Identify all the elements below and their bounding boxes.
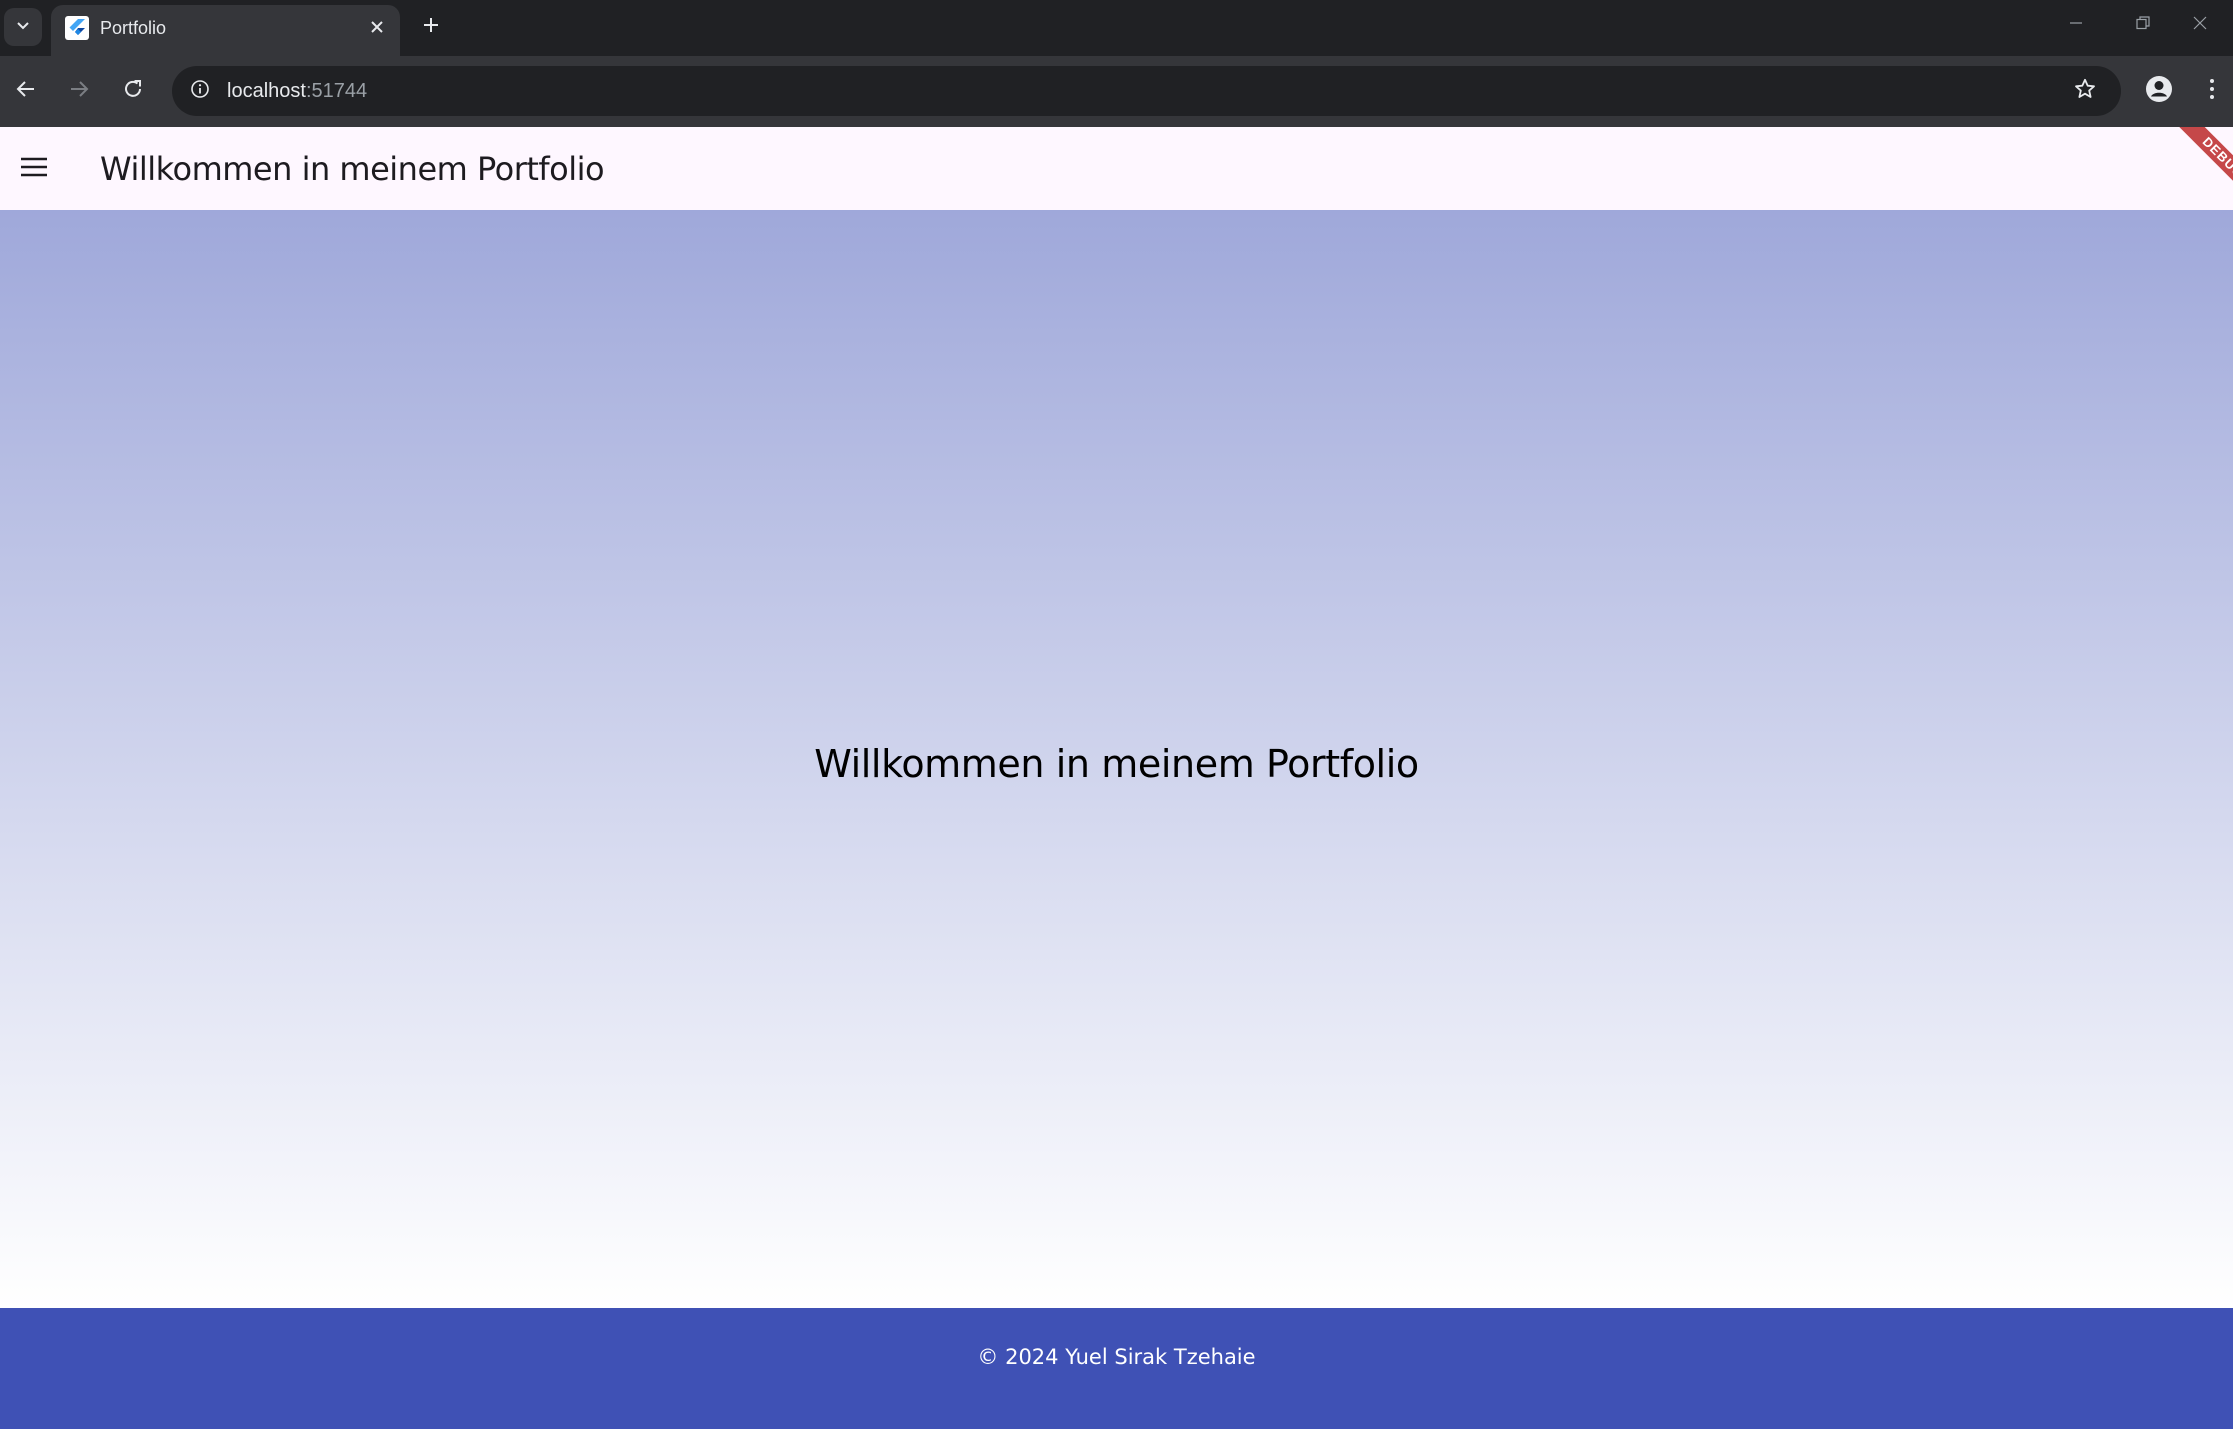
browser-tabstrip: Portfolio [0, 0, 2233, 56]
chevron-down-icon [15, 17, 31, 38]
account-icon [2145, 75, 2173, 108]
star-icon [2073, 77, 2097, 106]
footer: © 2024 Yuel Sirak Tzehaie [0, 1308, 2233, 1429]
minimize-button[interactable] [2043, 0, 2109, 50]
page-viewport: Willkommen in meinem Portfolio Willkomme… [0, 127, 2233, 1429]
minimize-icon [2068, 15, 2084, 36]
close-tab-button[interactable] [363, 15, 391, 43]
bookmark-button[interactable] [2067, 73, 2103, 109]
forward-button[interactable] [57, 69, 101, 113]
close-icon [2192, 15, 2208, 36]
browser-menu-button[interactable] [2196, 70, 2228, 112]
url-text: localhost:51744 [227, 80, 367, 102]
profile-button[interactable] [2138, 70, 2180, 112]
app-bar: Willkommen in meinem Portfolio [0, 127, 2233, 210]
flutter-icon [65, 16, 89, 40]
reload-icon [122, 78, 144, 105]
back-button[interactable] [4, 69, 48, 113]
site-info-button[interactable] [182, 73, 218, 109]
url-host: localhost [227, 80, 306, 102]
info-icon [190, 79, 210, 104]
address-bar[interactable]: localhost:51744 [172, 66, 2121, 116]
drawer-menu-button[interactable] [10, 145, 58, 193]
app-bar-title: Willkommen in meinem Portfolio [100, 150, 605, 188]
more-vert-icon [2209, 78, 2215, 105]
arrow-left-icon [15, 78, 37, 105]
tab-list-button[interactable] [4, 8, 42, 46]
restore-icon [2135, 15, 2151, 36]
arrow-right-icon [68, 78, 90, 105]
close-window-button[interactable] [2167, 0, 2233, 50]
reload-button[interactable] [111, 69, 155, 113]
url-port: :51744 [305, 80, 368, 102]
plus-icon [422, 16, 440, 39]
tab-portfolio[interactable]: Portfolio [51, 5, 400, 56]
browser-toolbar: localhost:51744 [0, 56, 2233, 127]
hamburger-menu-icon [20, 157, 48, 182]
footer-copyright: © 2024 Yuel Sirak Tzehaie [977, 1345, 1256, 1369]
tab-title: Portfolio [100, 18, 167, 38]
new-tab-button[interactable] [412, 8, 450, 46]
hero-title: Willkommen in meinem Portfolio [814, 742, 1419, 786]
hero-section: Willkommen in meinem Portfolio [0, 210, 2233, 1308]
close-icon [370, 20, 384, 39]
